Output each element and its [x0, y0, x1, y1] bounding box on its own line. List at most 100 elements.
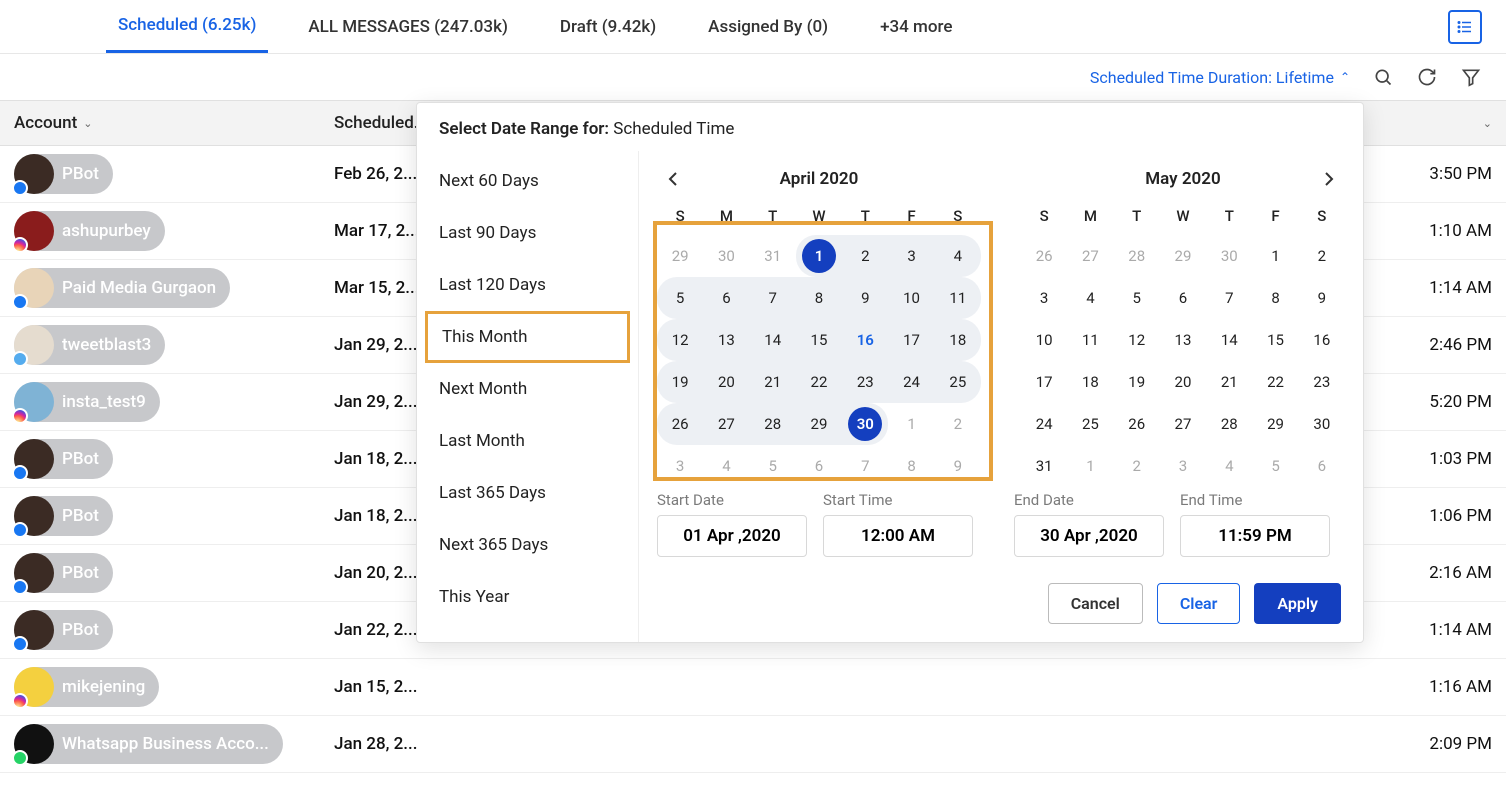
start-time-input[interactable] — [823, 515, 973, 557]
calendar-day[interactable]: 29 — [796, 403, 842, 445]
calendar-day[interactable]: 20 — [703, 361, 749, 403]
preset-option[interactable]: Next 365 Days — [417, 519, 638, 571]
calendar-day[interactable]: 2 — [1114, 445, 1160, 487]
calendar-day[interactable]: 5 — [657, 277, 703, 319]
calendar-day[interactable]: 1 — [888, 403, 934, 445]
calendar-day[interactable]: 19 — [657, 361, 703, 403]
apply-button[interactable]: Apply — [1254, 583, 1341, 624]
column-header-account[interactable]: Account ⌄ — [14, 113, 334, 133]
calendar-day[interactable]: 7 — [842, 445, 888, 487]
scheduled-time-filter[interactable]: Scheduled Time Duration: Lifetime ⌃ — [1090, 68, 1350, 87]
calendar-day[interactable]: 15 — [796, 319, 842, 361]
table-row[interactable]: Whatsapp Business Acco... Jan 28, 2... 2… — [0, 716, 1506, 773]
calendar-day[interactable]: 29 — [1252, 403, 1298, 445]
calendar-day[interactable]: 7 — [750, 277, 796, 319]
calendar-day[interactable]: 27 — [1160, 403, 1206, 445]
calendar-day[interactable]: 6 — [1160, 277, 1206, 319]
table-row[interactable]: mikejening Jan 15, 2... 1:16 AM — [0, 659, 1506, 716]
list-view-toggle[interactable] — [1448, 10, 1482, 44]
calendar-day[interactable]: 26 — [657, 403, 703, 445]
calendar-day[interactable]: 1 — [1067, 445, 1113, 487]
calendar-day[interactable]: 21 — [1206, 361, 1252, 403]
calendar-day[interactable]: 2 — [1299, 235, 1345, 277]
calendar-day[interactable]: 13 — [703, 319, 749, 361]
calendar-day[interactable]: 20 — [1160, 361, 1206, 403]
calendar-day[interactable]: 28 — [1206, 403, 1252, 445]
calendar-day[interactable]: 30 — [1299, 403, 1345, 445]
calendar-day[interactable]: 6 — [703, 277, 749, 319]
calendar-day[interactable]: 16 — [1299, 319, 1345, 361]
calendar-day[interactable]: 31 — [1021, 445, 1067, 487]
calendar-day[interactable]: 8 — [888, 445, 934, 487]
calendar-day[interactable]: 30 — [1206, 235, 1252, 277]
calendar-day[interactable]: 9 — [1299, 277, 1345, 319]
account-chip[interactable]: PBot — [14, 154, 113, 194]
account-chip[interactable]: PBot — [14, 553, 113, 593]
account-chip[interactable]: PBot — [14, 439, 113, 479]
refresh-button[interactable] — [1416, 66, 1438, 88]
calendar-day[interactable]: 16 — [842, 319, 888, 361]
calendar-day[interactable]: 6 — [796, 445, 842, 487]
account-chip[interactable]: mikejening — [14, 667, 159, 707]
calendar-day[interactable]: 9 — [842, 277, 888, 319]
calendar-day[interactable]: 11 — [935, 277, 981, 319]
calendar-day[interactable]: 22 — [796, 361, 842, 403]
calendar-day[interactable]: 2 — [842, 235, 888, 277]
calendar-day[interactable]: 21 — [750, 361, 796, 403]
calendar-day[interactable]: 4 — [1067, 277, 1113, 319]
clear-button[interactable]: Clear — [1157, 583, 1241, 624]
calendar-day[interactable]: 22 — [1252, 361, 1298, 403]
calendar-day[interactable]: 23 — [1299, 361, 1345, 403]
calendar-day[interactable]: 24 — [1021, 403, 1067, 445]
preset-option[interactable]: Last 90 Days — [417, 207, 638, 259]
calendar-day[interactable]: 11 — [1067, 319, 1113, 361]
calendar-day[interactable]: 13 — [1160, 319, 1206, 361]
tab[interactable]: Scheduled (6.25k) — [106, 0, 268, 53]
calendar-day[interactable]: 3 — [1021, 277, 1067, 319]
account-chip[interactable]: PBot — [14, 496, 113, 536]
calendar-day[interactable]: 23 — [842, 361, 888, 403]
calendar-day[interactable]: 12 — [1114, 319, 1160, 361]
search-button[interactable] — [1372, 66, 1394, 88]
calendar-day[interactable]: 28 — [750, 403, 796, 445]
calendar-day[interactable]: 6 — [1299, 445, 1345, 487]
preset-option[interactable]: Last Month — [417, 415, 638, 467]
calendar-day[interactable]: 14 — [1206, 319, 1252, 361]
account-chip[interactable]: Paid Media Gurgaon — [14, 268, 230, 308]
calendar-day[interactable]: 18 — [1067, 361, 1113, 403]
calendar-day[interactable]: 8 — [1252, 277, 1298, 319]
calendar-day[interactable]: 25 — [1067, 403, 1113, 445]
calendar-day[interactable]: 9 — [935, 445, 981, 487]
preset-option[interactable]: Last 365 Days — [417, 467, 638, 519]
account-chip[interactable]: PBot — [14, 610, 113, 650]
tab[interactable]: +34 more — [868, 0, 964, 53]
calendar-day[interactable]: 4 — [1206, 445, 1252, 487]
tab[interactable]: Assigned By (0) — [696, 0, 840, 53]
prev-month[interactable] — [661, 167, 685, 191]
calendar-day[interactable]: 3 — [888, 235, 934, 277]
calendar-day[interactable]: 10 — [888, 277, 934, 319]
calendar-day[interactable]: 19 — [1114, 361, 1160, 403]
calendar-day[interactable]: 27 — [1067, 235, 1113, 277]
calendar-day[interactable]: 4 — [935, 235, 981, 277]
calendar-day[interactable]: 27 — [703, 403, 749, 445]
calendar-day[interactable]: 5 — [750, 445, 796, 487]
calendar-day[interactable]: 17 — [888, 319, 934, 361]
calendar-day[interactable]: 5 — [1114, 277, 1160, 319]
calendar-day[interactable]: 1 — [1252, 235, 1298, 277]
calendar-day[interactable]: 24 — [888, 361, 934, 403]
calendar-day[interactable]: 1 — [796, 235, 842, 277]
calendar-day[interactable]: 7 — [1206, 277, 1252, 319]
calendar-day[interactable]: 17 — [1021, 361, 1067, 403]
calendar-day[interactable]: 29 — [657, 235, 703, 277]
calendar-day[interactable]: 10 — [1021, 319, 1067, 361]
calendar-day[interactable]: 2 — [935, 403, 981, 445]
calendar-day[interactable]: 8 — [796, 277, 842, 319]
calendar-day[interactable]: 29 — [1160, 235, 1206, 277]
calendar-day[interactable]: 14 — [750, 319, 796, 361]
column-header-time[interactable]: ⌄ — [1352, 115, 1492, 131]
calendar-day[interactable]: 30 — [703, 235, 749, 277]
account-chip[interactable]: Whatsapp Business Acco... — [14, 724, 283, 764]
filter-button[interactable] — [1460, 66, 1482, 88]
calendar-day[interactable]: 15 — [1252, 319, 1298, 361]
